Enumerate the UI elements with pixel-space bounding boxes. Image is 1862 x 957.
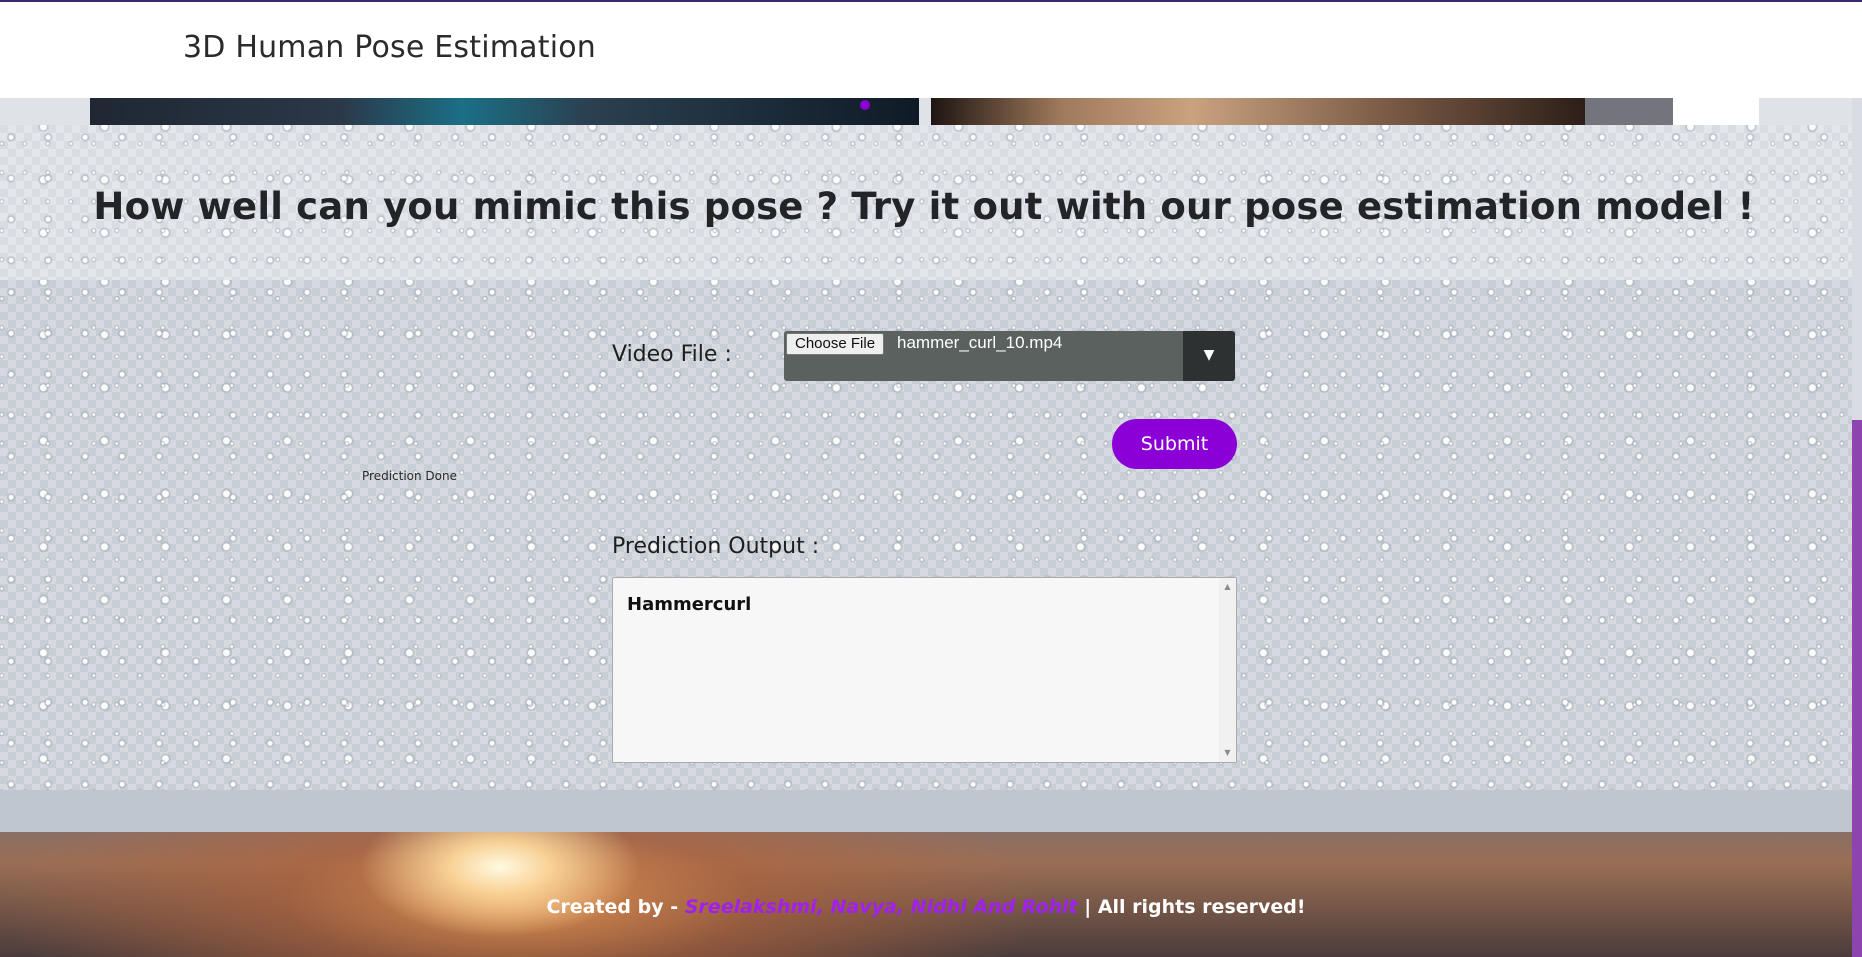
hero-heading: How well can you mimic this pose ? Try i… — [93, 185, 1755, 228]
carousel-slide-image — [90, 98, 919, 125]
scroll-down-icon[interactable]: ▼ — [1219, 746, 1236, 760]
chevron-down-icon[interactable]: ▼ — [1183, 331, 1235, 381]
page-scrollbar-thumb[interactable] — [1852, 420, 1862, 957]
submit-button[interactable]: Submit — [1112, 419, 1237, 469]
prediction-status: Prediction Done — [362, 469, 457, 483]
page-footer: Created by - Sreelakshmi, Navya, Nidhi A… — [0, 832, 1852, 957]
prediction-output-textarea[interactable]: Hammercurl ▲ ▼ — [612, 577, 1237, 763]
scroll-up-icon[interactable]: ▲ — [1219, 580, 1236, 594]
video-file-label: Video File : — [612, 342, 732, 367]
prediction-output-value: Hammercurl — [627, 594, 752, 615]
carousel-slide-image — [1585, 98, 1673, 125]
carousel-indicator-dot[interactable] — [860, 100, 870, 110]
prediction-output-label: Prediction Output : — [612, 534, 820, 559]
hero-section: How well can you mimic this pose ? Try i… — [0, 125, 1862, 280]
carousel-slide-image — [931, 98, 1585, 125]
page-scrollbar[interactable] — [1852, 98, 1862, 957]
video-file-input[interactable]: Choose File hammer_curl_10.mp4 ▼ — [784, 331, 1235, 381]
brand-title[interactable]: 3D Human Pose Estimation — [183, 30, 596, 65]
footer-credits: Created by - Sreelakshmi, Navya, Nidhi A… — [0, 896, 1852, 918]
footer-author-names: Sreelakshmi, Navya, Nidhi And Rohit — [684, 896, 1078, 918]
textarea-scrollbar[interactable]: ▲ ▼ — [1219, 578, 1236, 762]
footer-rights: | All rights reserved! — [1077, 896, 1306, 918]
upload-form-section: Prediction Done Video File : Choose File… — [0, 280, 1852, 790]
choose-file-button[interactable]: Choose File — [786, 333, 885, 355]
pose-carousel — [0, 98, 1862, 125]
section-divider-band — [0, 790, 1852, 832]
selected-file-name: hammer_curl_10.mp4 — [897, 333, 1063, 352]
footer-prefix: Created by - — [546, 896, 685, 918]
top-navbar: 3D Human Pose Estimation — [0, 0, 1862, 98]
carousel-slide-image — [1673, 98, 1759, 125]
